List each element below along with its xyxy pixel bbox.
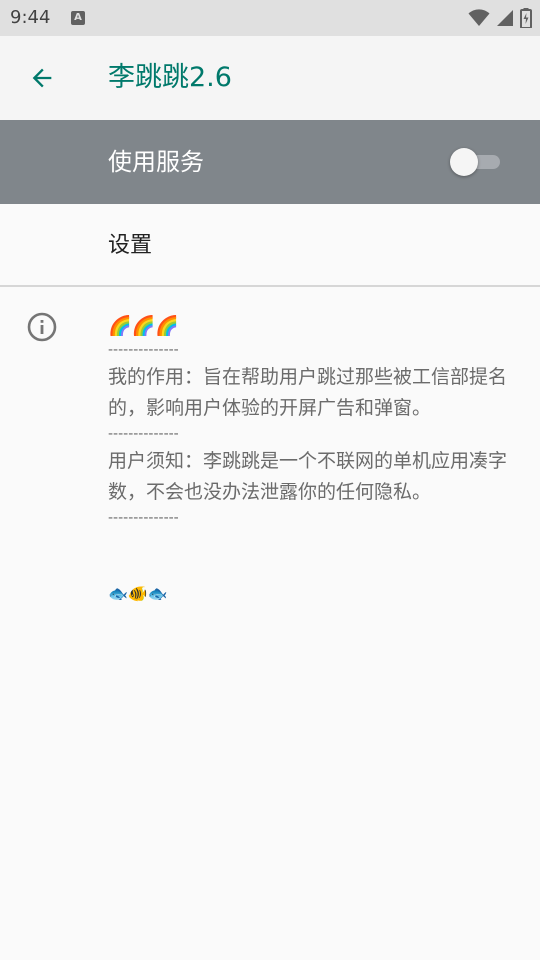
signal-icon [497,10,513,26]
master-switch-label: 使用服务 [108,148,204,176]
separator-line: -------------- [108,426,179,442]
app-bar: 李跳跳2.6 [0,36,540,120]
settings-label: 设置 [108,233,153,258]
back-button[interactable] [20,56,64,100]
switch-thumb [450,148,478,176]
master-switch-toggle[interactable] [450,148,502,176]
divider [0,285,540,287]
fish-emoji: 🐟🐠🐟 [108,583,168,603]
info-paragraph-purpose: 我的作用：旨在帮助用户跳过那些被工信部提名的，影响用户体验的开屏广告和弹窗。 [108,366,508,419]
master-switch-row[interactable]: 使用服务 [0,120,540,204]
wifi-icon [468,9,490,26]
info-text-block: 🌈🌈🌈 -------------- 我的作用：旨在帮助用户跳过那些被工信部提名… [108,310,518,526]
separator-line: -------------- [108,342,179,358]
app-title: 李跳跳2.6 [108,62,232,93]
info-paragraph-notice: 用户须知：李跳跳是一个不联网的单机应用凑字数，不会也没办法泄露你的任何隐私。 [108,450,508,503]
fish-emoji-line: 🐟🐠🐟 [108,580,168,606]
status-icons [468,7,532,29]
rainbow-emoji: 🌈🌈🌈 [108,315,179,337]
separator-line: -------------- [108,510,179,526]
settings-row[interactable]: 设置 [0,204,540,286]
status-time: 9:44 [10,7,51,28]
status-bar: 9:44 A [0,0,540,36]
rainbow-emoji-line: 🌈🌈🌈 [108,310,518,342]
arrow-back-icon [32,68,52,88]
battery-charging-icon [520,8,532,28]
info-icon [27,312,57,342]
notification-icon: A [71,11,85,25]
